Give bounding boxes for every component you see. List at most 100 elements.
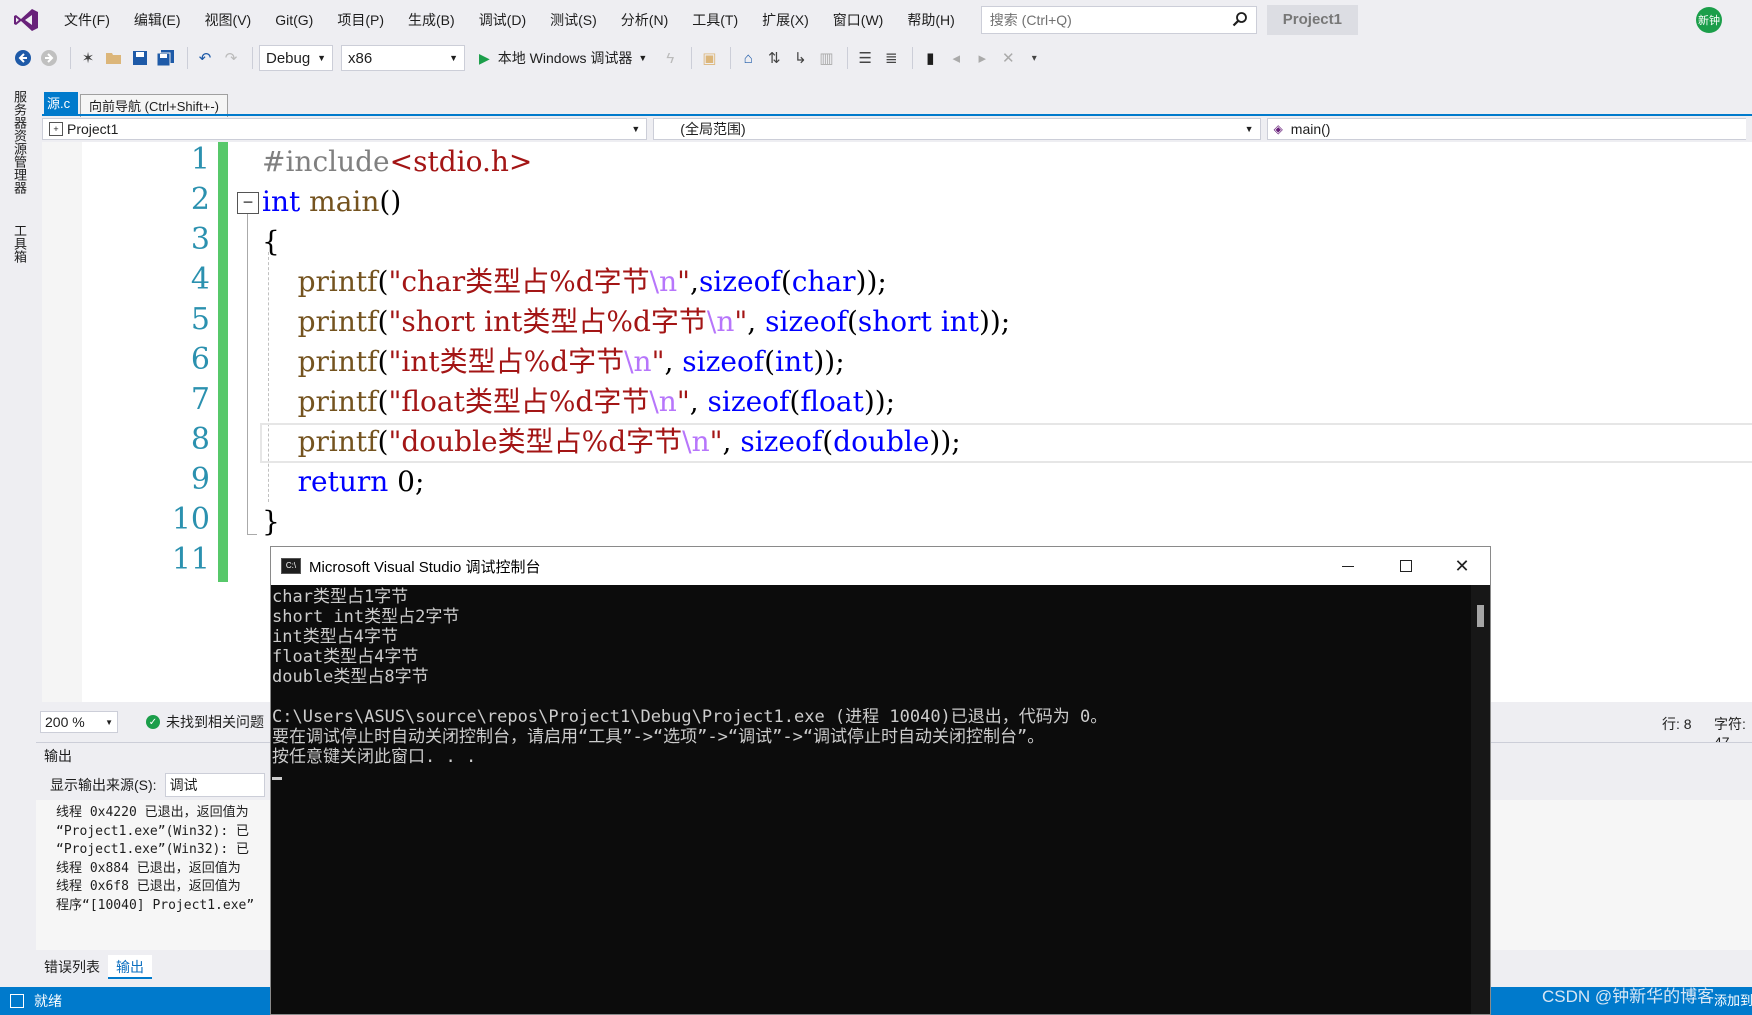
avatar[interactable]: 新钟 [1696,7,1722,33]
code-token: float [800,385,864,418]
console-line: char类型占1字节 [272,587,409,607]
start-debugging-button[interactable]: ▶ 本地 Windows 调试器 ▼ [479,48,647,68]
console-scrollbar[interactable] [1471,585,1490,1014]
chevron-down-icon: ▼ [638,53,648,63]
menu-analyze[interactable]: 分析(N) [609,6,680,34]
code-line: } [262,505,280,538]
minimize-button[interactable] [1319,547,1377,585]
menu-git[interactable]: Git(G) [263,6,325,34]
home-icon[interactable]: ⌂ [737,47,759,69]
collapse-icon[interactable]: − [237,192,259,214]
ide-window: 文件(F) 编辑(E) 视图(V) Git(G) 项目(P) 生成(B) 调试(… [0,0,1752,1015]
console-line: float类型占4字节 [272,647,419,667]
project-icon: + [49,122,63,136]
next-bookmark-icon[interactable]: ▸ [971,47,993,69]
toolbar-separator [187,47,188,69]
editor-gutter[interactable] [42,142,82,702]
debug-console-window[interactable]: C:\ Microsoft Visual Studio 调试控制台 ✕ char… [270,546,1491,1015]
check-icon: ✓ [146,715,160,729]
menu-bar: 文件(F) 编辑(E) 视图(V) Git(G) 项目(P) 生成(B) 调试(… [0,0,1752,40]
sync-icon[interactable]: ⇅ [763,47,785,69]
menu-window[interactable]: 窗口(W) [821,6,896,34]
line-number: 9 [190,462,210,497]
toolbar-overflow-icon[interactable]: ▾ [1023,47,1045,69]
menu-test[interactable]: 测试(S) [538,6,609,34]
server-explorer-tab[interactable]: 服务器资源管理器 [10,90,29,194]
scope-dropdown[interactable]: (全局范围) ▼ [653,118,1261,140]
code-line: #include<stdio.h> [262,142,532,182]
toolbar-separator [252,47,253,69]
open-file-icon[interactable] [103,47,125,69]
code-token: sizeof [698,265,781,298]
menu-extensions[interactable]: 扩展(X) [750,6,821,34]
menu-edit[interactable]: 编辑(E) [122,6,193,34]
code-line: return 0; [297,465,425,498]
browse-folder-icon[interactable]: ▣ [698,47,720,69]
save-icon[interactable] [129,47,151,69]
project-selector: + Project1 [49,121,118,137]
close-icon: ✕ [1454,555,1470,576]
code-token: sizeof [682,345,765,378]
navigate-forward-icon[interactable] [38,47,60,69]
code-token: " [734,305,748,338]
menu-view[interactable]: 视图(V) [193,6,264,34]
code-token: #include [262,145,390,178]
maximize-button[interactable] [1377,547,1435,585]
redo-icon[interactable]: ↷ [220,47,242,69]
code-token: sizeof [740,425,823,458]
undo-icon[interactable]: ↶ [194,47,216,69]
menu-tools[interactable]: 工具(T) [680,6,750,34]
code-token: \n [706,305,735,338]
console-line: C:\Users\ASUS\source\repos\Project1\Debu… [272,707,1108,727]
code-line: printf("int类型占%d字节\n", sizeof(int)); [297,345,845,378]
code-token: int [775,345,814,378]
member-selector: ◈ main() [1274,121,1331,137]
indent-icon[interactable]: ☰ [854,47,876,69]
solution-config-select[interactable]: Debug ▼ [259,45,333,71]
menu-build[interactable]: 生成(B) [396,6,467,34]
comment-icon[interactable]: ≣ [880,47,902,69]
save-all-icon[interactable] [155,47,177,69]
search-input[interactable]: 搜索 (Ctrl+Q) [980,6,1257,34]
solution-name: Project1 [1266,5,1358,35]
layout-icon[interactable]: ▥ [815,47,837,69]
toolbox-tab[interactable]: 工具箱 [10,224,29,263]
step-icon[interactable]: ↳ [789,47,811,69]
member-dropdown[interactable]: ◈ main() [1266,118,1746,140]
tab-error-list[interactable]: 错误列表 [36,955,108,979]
console-line: double类型占8字节 [272,667,429,687]
solution-platform-select[interactable]: x86 ▼ [341,45,465,71]
code-token: short int [857,305,979,338]
line-number: 8 [190,422,210,457]
console-cursor [272,777,282,780]
menu-project[interactable]: 项目(P) [325,6,396,34]
code-token: " [676,385,690,418]
new-project-icon[interactable]: ✶ [77,47,99,69]
zoom-select[interactable]: 200 % ▼ [40,711,118,733]
toolbar-separator [730,47,732,69]
scrollbar-thumb[interactable] [1477,605,1484,627]
close-button[interactable]: ✕ [1433,547,1490,585]
code-line: printf("double类型占%d字节\n", sizeof(double)… [297,425,961,458]
clear-bookmarks-icon[interactable]: ✕ [997,47,1019,69]
tab-output[interactable]: 输出 [108,955,152,979]
console-output[interactable]: char类型占1字节 short int类型占2字节 int类型占4字节 flo… [271,585,1471,1014]
output-source-select[interactable]: 调试 [164,773,265,797]
menu-help[interactable]: 帮助(H) [895,6,966,34]
prev-bookmark-icon[interactable]: ◂ [945,47,967,69]
menu-debug[interactable]: 调试(D) [467,6,538,34]
project-dropdown[interactable]: + Project1 ▼ [42,118,648,140]
toolbar-separator [691,47,693,69]
member-dropdown-value: main() [1290,121,1331,137]
menu-file[interactable]: 文件(F) [52,6,122,34]
visual-studio-logo-icon[interactable] [10,4,42,36]
add-to-source-control[interactable]: 添加到 [1714,990,1752,1009]
bookmark-icon[interactable]: ▮ [919,47,941,69]
document-tab[interactable]: 源.c [44,92,78,116]
issues-indicator[interactable]: ✓ 未找到相关问题 [146,712,264,732]
console-title-bar[interactable]: C:\ Microsoft Visual Studio 调试控制台 ✕ [271,547,1490,585]
navigate-back-icon[interactable] [12,47,34,69]
start-debugging-label: 本地 Windows 调试器 [497,50,633,66]
hot-reload-icon[interactable]: ϟ [659,47,681,69]
code-token: double [833,425,930,458]
